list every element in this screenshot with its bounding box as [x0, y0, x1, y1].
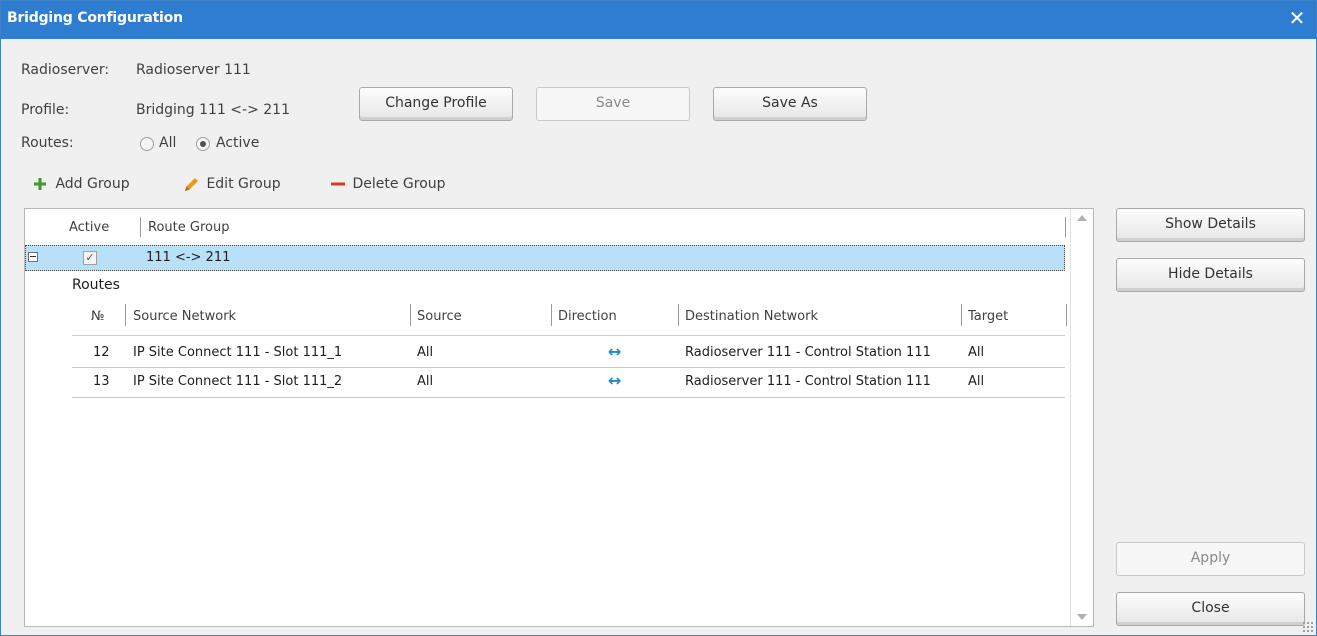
route-target: All	[968, 374, 985, 389]
save-as-button[interactable]: Save As	[713, 87, 867, 121]
column-header-source[interactable]: Source	[417, 309, 462, 324]
collapse-icon[interactable]	[28, 252, 38, 262]
route-source: All	[417, 345, 434, 360]
routes-section-title: Routes	[72, 277, 120, 293]
routes-label: Routes:	[21, 135, 74, 151]
radioserver-label: Radioserver:	[21, 62, 110, 78]
add-group-label: Add Group	[55, 176, 130, 192]
profile-value: Bridging 111 <-> 211	[136, 102, 290, 118]
column-separator	[1066, 304, 1067, 326]
route-groups-grid: Active Route Group ✓ 111 <-> 211 Routes …	[24, 208, 1094, 627]
edit-group-label: Edit Group	[206, 176, 281, 192]
row-divider	[72, 397, 1065, 398]
active-checkbox[interactable]: ✓	[83, 251, 97, 265]
scroll-up-icon[interactable]	[1077, 215, 1087, 221]
vertical-scrollbar[interactable]	[1070, 209, 1093, 626]
bridging-configuration-window: Bridging Configuration ✕ Radioserver: Ra…	[0, 0, 1317, 636]
route-source: All	[417, 374, 434, 389]
column-separator	[1065, 217, 1066, 237]
routes-active-radio[interactable]	[196, 137, 210, 151]
route-number: 13	[93, 374, 110, 389]
close-icon[interactable]: ✕	[1286, 7, 1308, 29]
apply-button[interactable]: Apply	[1116, 542, 1305, 576]
route-destination-network: Radioserver 111 - Control Station 111	[685, 374, 931, 389]
routes-all-label[interactable]: All	[159, 135, 176, 151]
hide-details-button[interactable]: Hide Details	[1116, 258, 1305, 292]
column-header-target[interactable]: Target	[968, 309, 1008, 324]
change-profile-button[interactable]: Change Profile	[359, 87, 513, 121]
bidirectional-arrow-icon: ↔	[608, 342, 622, 361]
column-header-number[interactable]: №	[91, 309, 105, 324]
route-source-network: IP Site Connect 111 - Slot 111_1	[133, 345, 343, 360]
route-group-row[interactable]: ✓ 111 <-> 211	[25, 245, 1065, 271]
profile-label: Profile:	[21, 102, 70, 118]
routes-active-label[interactable]: Active	[216, 135, 259, 151]
column-header-route-group[interactable]: Route Group	[148, 220, 229, 235]
minus-icon	[331, 182, 345, 186]
add-group-button[interactable]: Add Group	[31, 175, 130, 193]
column-header-destination-network[interactable]: Destination Network	[685, 309, 818, 324]
column-separator	[125, 304, 126, 326]
column-header-active[interactable]: Active	[69, 220, 109, 235]
edit-group-button[interactable]: Edit Group	[182, 175, 281, 193]
route-destination-network: Radioserver 111 - Control Station 111	[685, 345, 931, 360]
column-header-source-network[interactable]: Source Network	[133, 309, 236, 324]
show-details-button[interactable]: Show Details	[1116, 208, 1305, 242]
column-header-direction[interactable]: Direction	[558, 309, 617, 324]
scroll-down-icon[interactable]	[1077, 614, 1087, 620]
resize-grip-icon[interactable]	[1302, 621, 1314, 633]
column-separator	[961, 304, 962, 326]
close-button[interactable]: Close	[1116, 592, 1305, 626]
route-target: All	[968, 345, 985, 360]
route-source-network: IP Site Connect 111 - Slot 111_2	[133, 374, 343, 389]
column-separator	[551, 304, 552, 326]
window-title: Bridging Configuration	[7, 10, 183, 26]
bidirectional-arrow-icon: ↔	[608, 371, 622, 390]
header-divider	[72, 335, 1065, 336]
title-bar: Bridging Configuration ✕	[1, 1, 1316, 39]
row-divider	[72, 367, 1065, 368]
route-group-name: 111 <-> 211	[146, 250, 231, 265]
delete-group-button[interactable]: Delete Group	[328, 175, 446, 193]
column-separator	[140, 217, 141, 237]
routes-all-radio[interactable]	[140, 137, 154, 151]
plus-icon	[34, 178, 46, 190]
radioserver-value: Radioserver 111	[136, 62, 251, 78]
column-separator	[678, 304, 679, 326]
delete-group-label: Delete Group	[352, 176, 446, 192]
column-separator	[410, 304, 411, 326]
save-button[interactable]: Save	[536, 87, 690, 121]
route-number: 12	[93, 345, 110, 360]
pencil-icon	[185, 178, 198, 191]
